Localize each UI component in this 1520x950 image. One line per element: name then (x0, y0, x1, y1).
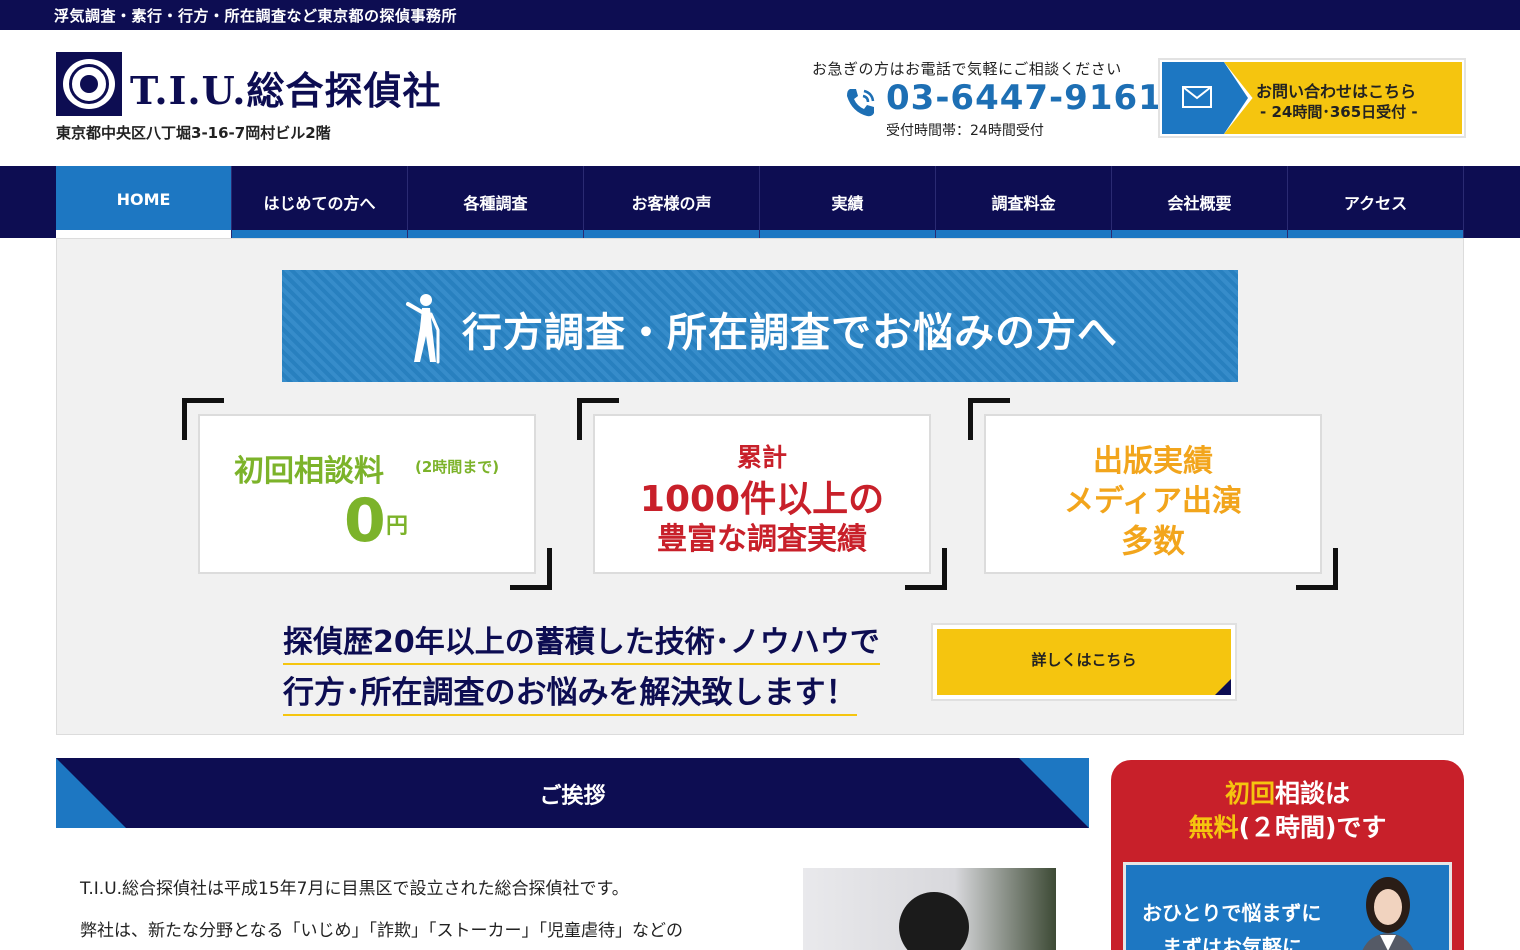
top-announcement-text: 浮気調査・素行・行方・所在調査など東京都の探偵事務所 (54, 7, 458, 25)
nav-item-label: アクセス (1343, 194, 1408, 213)
free-consultation-banner[interactable]: 初回相談は 無料(２時間)です おひとりで悩まずに まずはお気軽に (1111, 760, 1464, 950)
sidebar-headline-accent: 無料 (1188, 813, 1239, 842)
greeting-paragraph-2: 弊社は、新たな分野となる「いじめ」「詐欺」「ストーカー」「児童虐待」などの (80, 921, 683, 941)
nav-item-results[interactable]: 実績 (760, 166, 936, 238)
nav-item-access[interactable]: アクセス (1288, 166, 1464, 238)
phone-icon (847, 89, 875, 117)
nav-item-investigations[interactable]: 各種調査 (408, 166, 584, 238)
nav-item-label: 各種調査 (463, 194, 528, 213)
company-address: 東京都中央区八丁堀3-16-7岡村ビル2階 (56, 124, 331, 142)
main-nav: HOME はじめての方へ 各種調査 お客様の声 実績 調査料金 会社概要 アクセ… (0, 166, 1520, 238)
hero-tagline-2: 行方･所在調査のお悩みを解決致します！ (283, 667, 857, 716)
phone-lead-text: お急ぎの方はお電話で気軽にご相談ください (812, 60, 1122, 78)
feature-card-value: メディア出演 (1064, 484, 1242, 519)
phone-number[interactable]: 03-6447-9161 (886, 78, 1163, 118)
feature-card-caption: 多数 (1120, 522, 1185, 560)
hero-banner[interactable]: 行方調査・所在調査でお悩みの方へ 初回相談料 (2時間まで) 0 円 累計 10… (56, 238, 1464, 735)
feature-card-media: 出版実績 メディア出演 多数 (968, 398, 1338, 590)
details-button-label: 詳しくはこちら (1031, 651, 1137, 669)
feature-card-heading: 出版実績 (1093, 444, 1213, 479)
sidebar-headline-text: (２時間)です (1238, 813, 1387, 842)
hero-title-banner: 行方調査・所在調査でお悩みの方へ (282, 270, 1238, 382)
nav-item-label: お客様の声 (631, 194, 712, 213)
greeting-section-header: ご挨拶 (56, 758, 1089, 828)
nav-item-home[interactable]: HOME (56, 166, 232, 238)
feature-card-heading: 累計 (736, 443, 787, 472)
sidebar-headline-text: 相談は (1275, 779, 1351, 808)
contact-button-sublabel: - 24時間･365日受付 - (1260, 103, 1418, 121)
sidebar-promo-card: おひとりで悩まずに まずはお気軽に (1123, 862, 1452, 950)
sidebar-promo-line-2: まずはお気軽に (1162, 935, 1302, 950)
sidebar-headline-2: 無料(２時間)です (1111, 808, 1464, 844)
phone-hours: 受付時間帯：24時間受付 (886, 123, 1044, 139)
nav-item-pricing[interactable]: 調査料金 (936, 166, 1112, 238)
greeting-paragraph: T.I.U.総合探偵社は平成15年7月に目黒区で設立された総合探偵社です。 (80, 879, 629, 899)
sidebar-headline-accent: 初回 (1224, 779, 1275, 808)
hero-title: 行方調査・所在調査でお悩みの方へ (462, 310, 1118, 356)
feature-card-caption: 豊富な調査実績 (657, 522, 867, 557)
site-logo[interactable]: T.I.U.総合探偵社 (130, 60, 442, 115)
sidebar-headline: 初回相談は (1111, 774, 1464, 810)
site-header: T.I.U.総合探偵社 東京都中央区八丁堀3-16-7岡村ビル2階 お急ぎの方は… (0, 30, 1520, 166)
nav-item-label: 調査料金 (991, 194, 1056, 213)
contact-button[interactable]: お問い合わせはこちら - 24時間･365日受付 - (1158, 58, 1466, 138)
consultant-photo (1362, 877, 1414, 950)
feature-card-track-record: 累計 1000件以上の 豊富な調査実績 (577, 398, 947, 590)
details-button[interactable]: 詳しくはこちら (931, 623, 1237, 701)
sidebar-promo-line: おひとりで悩まずに (1142, 901, 1322, 925)
feature-card-value: 0 (344, 486, 386, 556)
feature-card-free-consultation: 初回相談料 (2時間まで) 0 円 (182, 398, 552, 590)
logo-emblem-icon[interactable] (56, 52, 122, 116)
feature-card-heading: 初回相談料 (234, 454, 384, 489)
contact-button-label: お問い合わせはこちら (1256, 82, 1417, 101)
elderly-person-icon (406, 294, 440, 364)
representative-photo (803, 868, 1056, 950)
feature-card-unit: 円 (386, 514, 409, 539)
nav-item-label: HOME (116, 190, 171, 209)
mail-icon (1182, 86, 1212, 108)
nav-item-beginners[interactable]: はじめての方へ (232, 166, 408, 238)
nav-item-label: はじめての方へ (263, 194, 376, 213)
top-announcement-bar: 浮気調査・素行・行方・所在調査など東京都の探偵事務所 (0, 0, 1520, 30)
greeting-title: ご挨拶 (539, 784, 606, 809)
nav-item-company[interactable]: 会社概要 (1112, 166, 1288, 238)
nav-item-testimonials[interactable]: お客様の声 (584, 166, 760, 238)
feature-card-note: (2時間まで) (415, 458, 500, 476)
nav-item-label: 実績 (831, 194, 864, 213)
hero-tagline: 探偵歴20年以上の蓄積した技術･ノウハウで (283, 617, 880, 665)
nav-item-label: 会社概要 (1167, 194, 1232, 213)
